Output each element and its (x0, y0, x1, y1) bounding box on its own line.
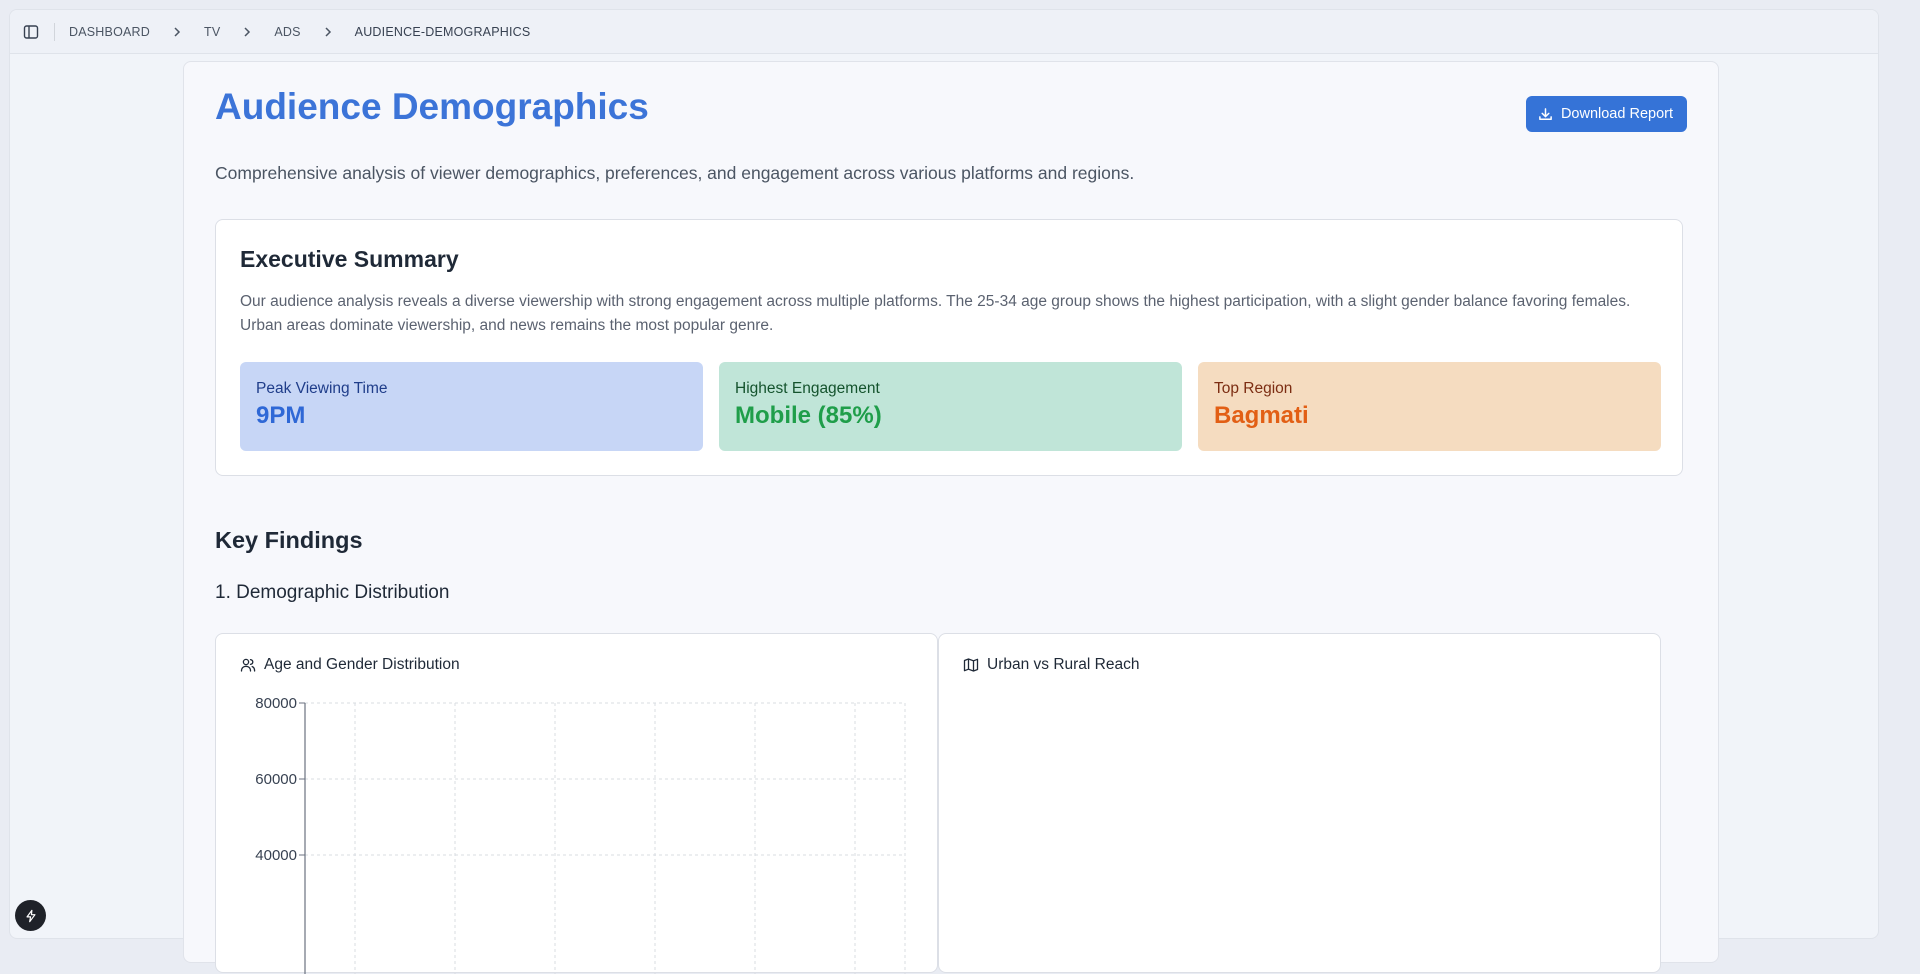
map-icon (963, 658, 979, 672)
age-gender-panel: Age and Gender Distribution 80000 60000 40… (215, 633, 938, 974)
page-title: Audience Demographics (215, 86, 649, 127)
summary-text: Our audience analysis reveals a diverse … (240, 293, 1631, 334)
download-report-button[interactable]: Download Report (1525, 96, 1687, 132)
chevron-right-icon (239, 24, 255, 40)
stat-value: 9PM (256, 402, 306, 429)
breadcrumb-tv[interactable]: TV (204, 25, 220, 39)
panel-title: Urban vs Rural Reach (987, 656, 1140, 673)
stat-top-region: Top Region Bagmati (1198, 362, 1661, 451)
top-bar: DASHBOARD TV ADS AUDIENCE-DEMOGRAPHICS (10, 10, 1878, 54)
stat-label: Peak Viewing Time (256, 380, 388, 397)
y-axis-tick-label: 80000 (255, 695, 297, 712)
chevron-right-icon (169, 24, 185, 40)
section-title: 1. Demographic Distribution (215, 582, 450, 603)
stat-value: Bagmati (1214, 402, 1309, 429)
chevron-right-icon (320, 24, 336, 40)
breadcrumb-current: AUDIENCE-DEMOGRAPHICS (354, 24, 531, 39)
y-axis-tick-label: 40000 (255, 847, 297, 864)
stat-highest-engagement: Highest Engagement Mobile (85%) (719, 362, 1182, 451)
summary-heading: Executive Summary (240, 246, 459, 272)
executive-summary: Executive Summary Our audience analysis … (215, 219, 1683, 476)
stat-label: Top Region (1214, 380, 1293, 397)
key-findings-heading: Key Findings (215, 527, 363, 553)
page-subtitle: Comprehensive analysis of viewer demogra… (215, 163, 1135, 183)
breadcrumb: DASHBOARD TV ADS AUDIENCE-DEMOGRAPHICS (69, 24, 530, 40)
lightning-icon (25, 909, 36, 922)
report-card: Audience Demographics Download Report Co… (183, 61, 1719, 974)
download-icon (1539, 107, 1552, 120)
breadcrumb-dashboard[interactable]: DASHBOARD (69, 25, 150, 39)
stat-peak-viewing-time: Peak Viewing Time 9PM (240, 362, 703, 451)
divider (54, 22, 55, 41)
age-gender-chart: 80000 60000 40000 (255, 695, 906, 974)
stat-value: Mobile (85%) (735, 402, 882, 429)
y-axis-tick-label: 60000 (255, 771, 297, 788)
stat-label: Highest Engagement (735, 380, 880, 397)
download-report-label: Download Report (1560, 106, 1673, 122)
panel-header: Urban vs Rural Reach (963, 656, 1139, 674)
sidebar-toggle-icon[interactable] (20, 21, 42, 43)
urban-rural-panel: Urban vs Rural Reach (938, 633, 1661, 973)
quick-action-button[interactable] (15, 900, 46, 931)
breadcrumb-ads[interactable]: ADS (274, 25, 300, 39)
